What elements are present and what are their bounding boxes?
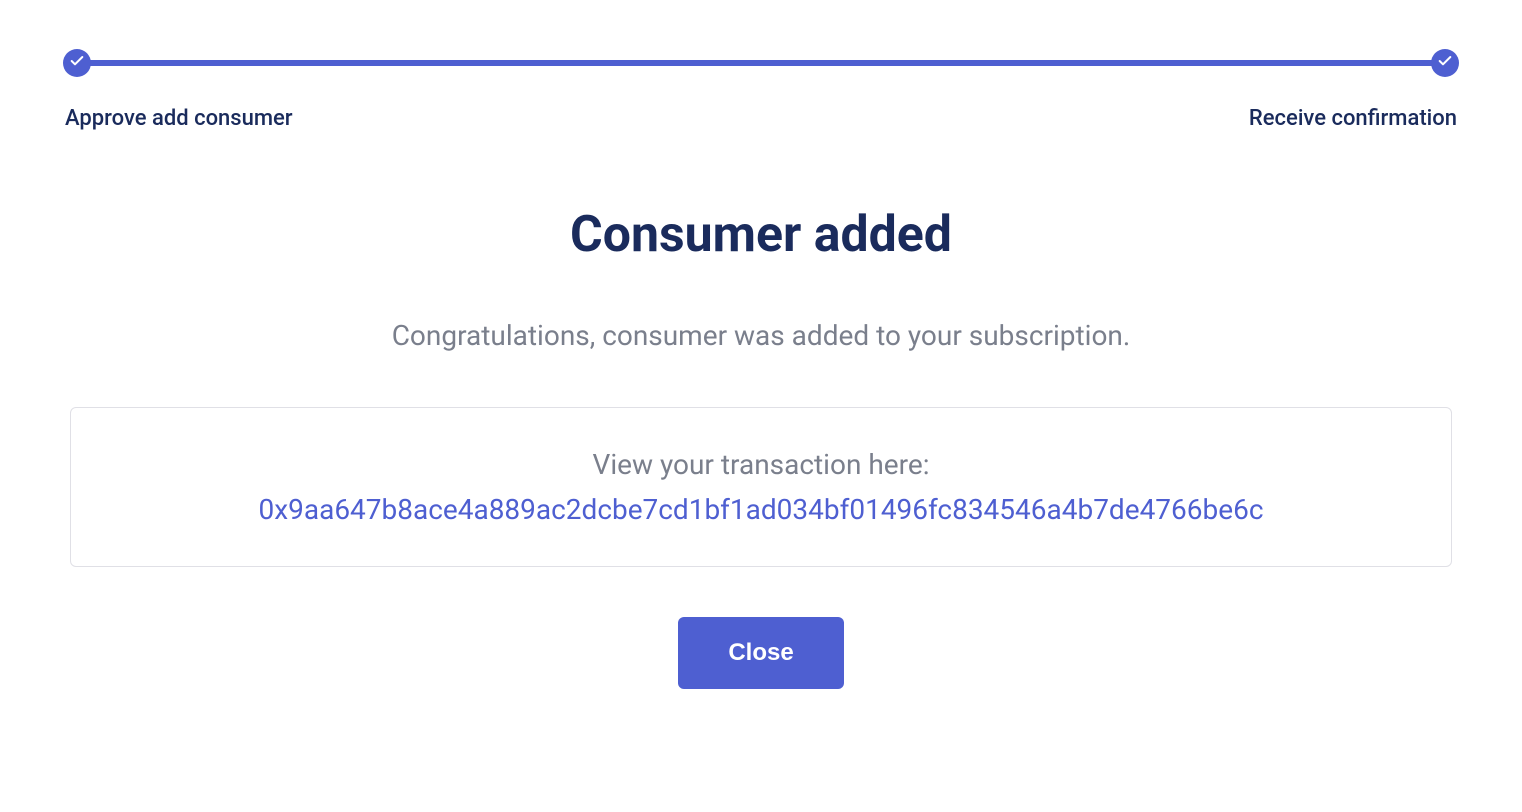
confirmation-content: Consumer added Congratulations, consumer… [65, 206, 1457, 689]
confirmation-subtitle: Congratulations, consumer was added to y… [65, 319, 1457, 352]
progress-label-step1: Approve add consumer [65, 106, 293, 131]
progress-label-step2: Receive confirmation [1249, 106, 1457, 131]
check-icon [1437, 53, 1453, 73]
progress-node-step1 [63, 49, 91, 77]
progress-track [65, 60, 1457, 66]
progress-labels: Approve add consumer Receive confirmatio… [65, 106, 1457, 131]
progress-stepper: Approve add consumer Receive confirmatio… [65, 60, 1457, 131]
page-title: Consumer added [65, 206, 1457, 264]
close-button[interactable]: Close [678, 617, 843, 689]
check-icon [69, 53, 85, 73]
transaction-box: View your transaction here: 0x9aa647b8ac… [70, 407, 1452, 567]
transaction-label: View your transaction here: [101, 448, 1421, 481]
progress-node-step2 [1431, 49, 1459, 77]
transaction-hash-link[interactable]: 0x9aa647b8ace4a889ac2dcbe7cd1bf1ad034bf0… [101, 493, 1421, 526]
